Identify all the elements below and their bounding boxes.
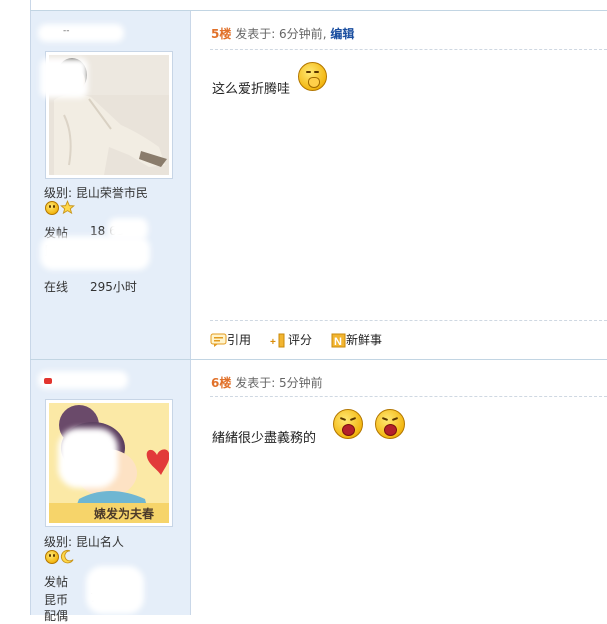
column-divider: [190, 11, 191, 359]
stat-label-spouse: 配偶: [44, 609, 69, 623]
header-divider: [210, 396, 607, 397]
stat-label-online: 在线: [44, 280, 69, 294]
avatar-face-redaction: [40, 58, 88, 98]
actions-divider: [210, 320, 607, 321]
quote-button[interactable]: 引用: [210, 331, 251, 348]
quote-label: 引用: [227, 333, 252, 347]
stat-value-online: 295小时: [90, 280, 137, 294]
svg-text:N: N: [334, 336, 342, 348]
stats-redaction: [86, 566, 144, 614]
shout-emoticon-icon: [375, 409, 405, 439]
moon-badge-icon: [60, 549, 74, 564]
shout-emoticon-icon: [333, 409, 363, 439]
edit-link[interactable]: 编辑: [330, 27, 354, 41]
plus-one-icon: +: [270, 333, 285, 348]
username-fragment: [44, 378, 52, 384]
post-time: 发表于: 6分钟前: [235, 27, 323, 41]
post-5-username-redacted: [38, 24, 124, 42]
post-divider: [30, 10, 607, 11]
column-divider: [190, 360, 191, 615]
quote-icon: [210, 333, 227, 347]
news-label: 新鲜事: [346, 333, 383, 347]
page-margin: [0, 0, 31, 615]
smiley-badge-icon: [45, 550, 59, 564]
post-6-level: 级别: 昆山名人: [44, 535, 124, 549]
rate-label: 评分: [288, 333, 313, 347]
post-5-header: 5楼 发表于: 6分钟前, 编辑: [211, 25, 354, 42]
stat-label-coins: 昆币: [44, 593, 69, 607]
post-6-content: 緒緒很少盡義務的: [212, 431, 317, 446]
smiley-badge-icon: [45, 201, 59, 215]
post-5-content: 这么爱折腾哇: [212, 82, 291, 97]
news-icon: N: [331, 333, 346, 348]
avatar-caption: 婊发为夫春: [94, 507, 155, 521]
post-time: 发表于: 5分钟前: [235, 376, 323, 390]
floor-number[interactable]: 6楼: [211, 376, 231, 390]
post-5-level: 级别: 昆山荣誉市民: [44, 186, 148, 200]
star-badge-icon: [60, 200, 75, 215]
avatar-face-redaction: [58, 428, 118, 488]
rate-button[interactable]: + 评分: [270, 331, 312, 348]
header-separator: ,: [322, 27, 327, 41]
post-6-header: 6楼 发表于: 5分钟前: [211, 374, 323, 391]
news-button[interactable]: N 新鲜事: [331, 331, 382, 348]
svg-text:+: +: [270, 337, 276, 348]
floor-number[interactable]: 5楼: [211, 27, 231, 41]
yawn-emoticon-icon: [298, 62, 327, 91]
stat-label-posts: 发帖: [44, 575, 69, 589]
stats-redaction: [40, 236, 150, 270]
header-divider: [210, 49, 607, 50]
post-5-username-fragment: --: [63, 26, 70, 36]
stats-redaction-2: [108, 218, 148, 240]
